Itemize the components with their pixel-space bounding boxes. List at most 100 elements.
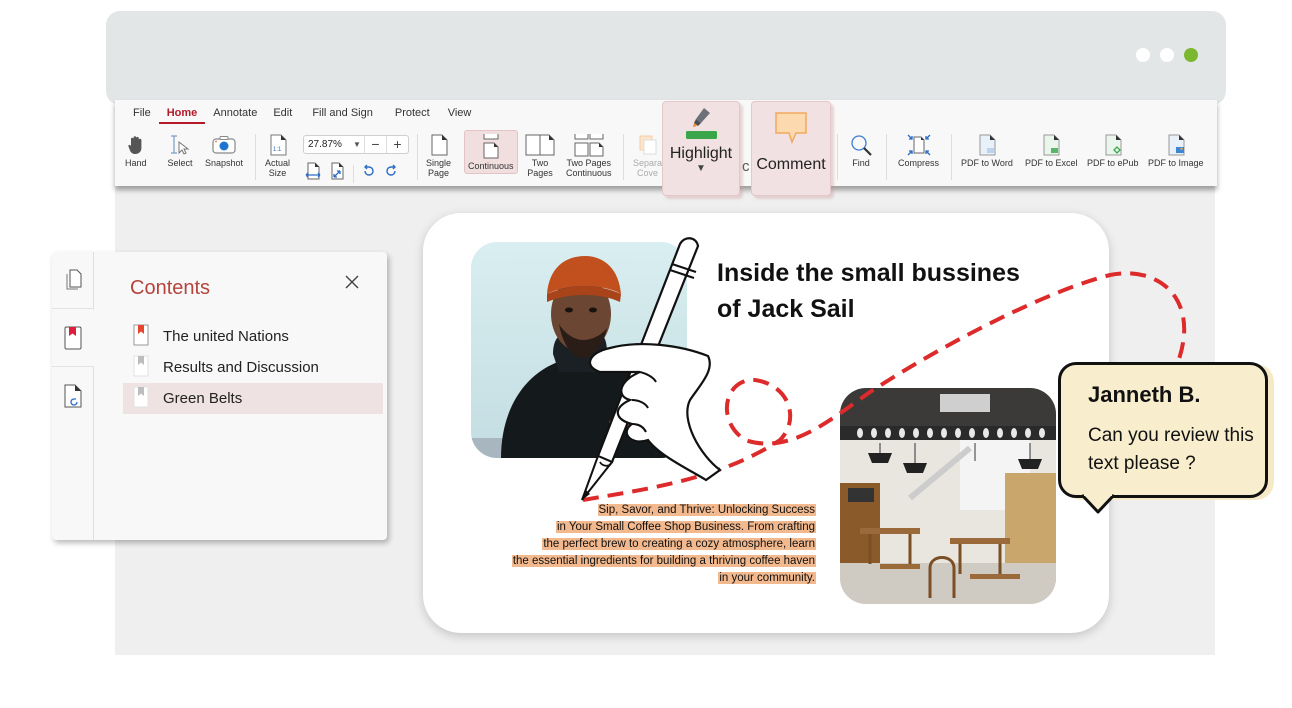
bookmark-icon (133, 386, 149, 412)
actual-size-label-1: Actual (265, 158, 291, 168)
zoom-dropdown-icon[interactable]: ▼ (350, 140, 364, 149)
menu-file[interactable]: File (125, 106, 159, 124)
comment-label: Comment (756, 156, 826, 173)
portrait-photo (471, 242, 687, 458)
toolbar-divider (353, 164, 354, 183)
highlighted-paragraph[interactable]: Sip, Savor, and Thrive: Unlocking Succes… (450, 502, 816, 587)
hand-icon (127, 132, 145, 158)
rail-divider (52, 366, 94, 367)
toc-item[interactable]: The united Nations (123, 321, 383, 352)
file-restore-icon (64, 384, 82, 408)
find-button[interactable]: Find (849, 132, 873, 168)
toc-item-selected[interactable]: Green Belts (123, 383, 383, 414)
fit-width-icon[interactable] (305, 162, 321, 185)
comment-bubble[interactable]: Janneth B. Can you review this text plea… (1058, 362, 1268, 498)
select-tool-button[interactable]: Select (167, 132, 193, 168)
actual-size-icon: 1:1 (269, 132, 287, 158)
window-dot-1[interactable] (1136, 48, 1150, 62)
two-pages-icon (525, 132, 555, 158)
close-panel-button[interactable] (344, 274, 362, 292)
fit-page-icon[interactable] (329, 162, 345, 185)
hand-tool-button[interactable]: Hand (125, 132, 147, 168)
rail-attachments-button[interactable] (52, 368, 94, 424)
cafe-photo (840, 388, 1056, 604)
find-label: Find (852, 158, 870, 168)
rail-pages-button[interactable] (52, 252, 94, 308)
single-page-icon (430, 132, 448, 158)
highlighter-icon (681, 106, 721, 145)
menu-edit[interactable]: Edit (265, 106, 300, 124)
window-dot-3[interactable] (1184, 48, 1198, 62)
pages-icon (66, 269, 82, 290)
pdf-to-epub-button[interactable]: PDF to ePub (1087, 132, 1139, 168)
two-pages-continuous-icon (573, 132, 605, 158)
zoom-input[interactable]: 27.87% (304, 139, 350, 150)
highlight-label: Highlight (669, 145, 733, 162)
two-pages-label-2: Pages (527, 168, 553, 178)
camera-icon (211, 132, 237, 158)
zoom-control: 27.87% ▼ − + (303, 135, 409, 154)
headline-line-2: of Jack Sail (717, 295, 855, 323)
two-pages-button[interactable]: Two Pages (525, 132, 555, 178)
paragraph-line: in your community. (718, 572, 816, 584)
bookmark-icon (64, 326, 82, 350)
zoom-out-button[interactable]: − (364, 136, 386, 153)
select-label: Select (167, 158, 193, 168)
pdf-to-image-button[interactable]: PDF to Image (1148, 132, 1204, 168)
rail-divider (52, 308, 94, 309)
highlight-dropdown-icon[interactable]: ▼ (696, 163, 706, 174)
select-cursor-icon (167, 132, 193, 158)
highlight-tool-button[interactable]: Highlight ▼ (662, 101, 740, 196)
separate-cover-label-1: Separa (633, 158, 663, 168)
menu-bar: File Home Annotate Edit Fill and Sign Pr… (125, 106, 479, 124)
snapshot-tool-button[interactable]: Snapshot (205, 132, 243, 168)
continuous-icon (481, 131, 501, 161)
window-title-bar (106, 11, 1226, 105)
compress-label: Compress (898, 158, 940, 168)
single-page-label-1: Single (426, 158, 452, 168)
menu-fill-and-sign[interactable]: Fill and Sign (300, 106, 385, 124)
actual-size-button[interactable]: 1:1 Actual Size (265, 132, 290, 178)
paragraph-line: Sip, Savor, and Thrive: Unlocking Succes… (597, 504, 816, 516)
separate-cover-label-2: Cove (637, 168, 659, 178)
snapshot-label: Snapshot (205, 158, 244, 168)
contents-title: Contents (130, 277, 211, 299)
single-page-button[interactable]: Single Page (426, 132, 451, 178)
page-fit-controls (305, 162, 398, 185)
separate-cover-button[interactable]: Separa Cove (633, 132, 662, 178)
window-controls (1136, 48, 1198, 62)
pdf-to-word-button[interactable]: PDF to Word (961, 132, 1013, 168)
toolbar-divider (837, 134, 838, 180)
toolbar-divider (951, 134, 952, 180)
bookmark-icon (133, 324, 149, 350)
zoom-in-button[interactable]: + (386, 136, 408, 153)
contents-panel: Contents The united Nations Results and … (52, 252, 387, 540)
toolbar-divider (623, 134, 624, 180)
rail-bookmarks-button[interactable] (52, 310, 94, 366)
toolbar-divider (255, 134, 256, 180)
pdf-to-epub-icon (1104, 132, 1122, 158)
menu-view[interactable]: View (440, 106, 480, 124)
comment-bubble-icon (774, 111, 808, 150)
window-dot-2[interactable] (1160, 48, 1174, 62)
compress-button[interactable]: Compress (898, 132, 939, 168)
menu-annotate[interactable]: Annotate (205, 106, 265, 124)
pdf-to-excel-label: PDF to Excel (1025, 158, 1078, 168)
continuous-button[interactable]: Continuous (464, 130, 518, 174)
paragraph-line: the essential ingredients for building a… (511, 555, 816, 567)
menu-protect[interactable]: Protect (385, 106, 440, 124)
toc-item[interactable]: Results and Discussion (123, 352, 383, 383)
rotate-right-icon[interactable] (384, 164, 398, 183)
comment-tool-button[interactable]: Comment (751, 101, 831, 196)
comment-text: Can you review this text please ? (1088, 425, 1254, 474)
pdf-to-excel-button[interactable]: PDF to Excel (1025, 132, 1078, 168)
toc-item-label: The united Nations (163, 328, 289, 345)
pdf-to-image-icon (1167, 132, 1185, 158)
headline-line-1: Inside the small bussines (717, 259, 1020, 287)
bookmark-icon (133, 355, 149, 381)
rotate-left-icon[interactable] (362, 164, 376, 183)
actual-size-badge: 1:1 (273, 147, 282, 153)
two-pages-continuous-button[interactable]: Two Pages Continuous (566, 132, 612, 178)
menu-home[interactable]: Home (158, 106, 206, 124)
comment-author: Janneth B. (1088, 382, 1201, 407)
